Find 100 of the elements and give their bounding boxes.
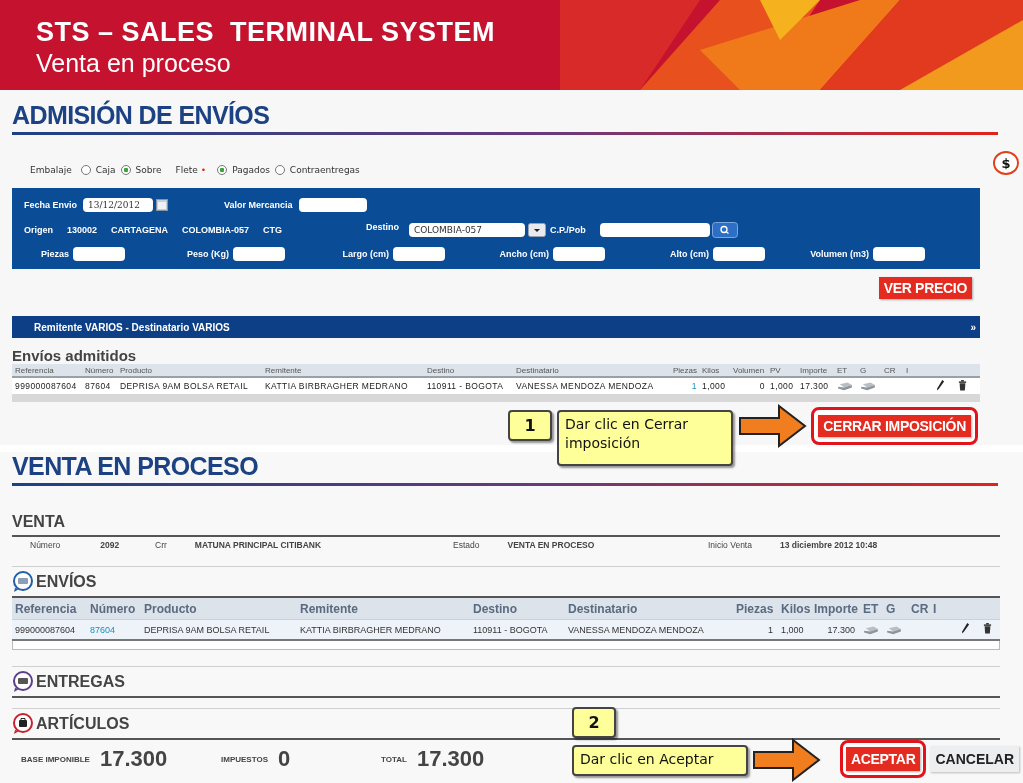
field-label: Valor Mercancia: [224, 200, 293, 210]
column-header: Destino: [427, 365, 456, 375]
party-summary: Remitente VARIOS - Destinatario VARIOS: [34, 321, 230, 333]
price-bubble-icon[interactable]: $: [993, 151, 1019, 175]
field-label: Alto (cm): [670, 249, 709, 259]
column-header: G: [860, 365, 868, 375]
info-label: Número: [30, 540, 61, 550]
info-value: 13 diciembre 2012 10:48: [779, 540, 878, 550]
number-link[interactable]: 1: [673, 381, 702, 391]
column-header: CR: [884, 365, 897, 375]
step-number: 2: [572, 707, 616, 738]
table-cell-text: 110911 - BOGOTA: [427, 381, 505, 391]
expand-toggle[interactable]: »: [970, 321, 976, 333]
total-label: BASE IMPONIBLE: [21, 754, 90, 764]
column-header: Remitente: [265, 365, 303, 375]
instruction-note: Dar clic en Cerrar imposición: [557, 410, 733, 466]
table-cell-text: VANESSA MENDOZA MENDOZA: [516, 381, 655, 391]
field-label: C.P./Pob: [549, 225, 586, 235]
info-value: VENTA EN PROCESO: [507, 540, 595, 550]
field-label: Ancho (cm): [499, 249, 549, 259]
table-cell-text: 999000087604: [15, 381, 78, 391]
column-header: ET: [863, 601, 880, 616]
column-header: Kilos: [702, 365, 721, 375]
column-header: Remitente: [300, 601, 359, 616]
date-field[interactable]: 13/12/2012: [83, 198, 153, 212]
total-value: 17.300: [416, 746, 485, 772]
table-heading: Envíos admitidos: [12, 347, 138, 364]
column-header: G: [886, 601, 897, 616]
field-label: Destino: [365, 222, 399, 232]
origin-value: CARTAGENA: [111, 225, 168, 235]
step-number: 1: [508, 410, 552, 441]
field-label: Piezas: [40, 249, 69, 259]
section-title: ENVÍOS: [36, 573, 97, 591]
section-title: ARTÍCULOS: [36, 715, 130, 733]
dropdown-field[interactable]: COLOMBIA-057: [408, 223, 525, 237]
table-cell-text: KATTIA BIRBRAGHER MEDRANO: [265, 381, 410, 391]
column-header: ET: [837, 365, 849, 375]
table-cell-text: DEPRISA 9AM BOLSA RETAIL: [144, 624, 271, 635]
table-cell-text: 87604: [85, 381, 112, 391]
section-title: VENTA: [12, 513, 67, 531]
field-label: Fecha Envio: [24, 200, 77, 210]
table-cell-text: 17.300: [826, 624, 856, 635]
column-header: Producto: [144, 601, 198, 616]
table-cell-text: VANESSA MENDOZA MENDOZA: [568, 624, 705, 635]
total-label: TOTAL: [381, 754, 407, 764]
table-cell-text: 1,000: [770, 381, 795, 391]
origin-value: COLOMBIA-057: [181, 225, 249, 235]
column-header: Referencia: [15, 365, 55, 375]
info-value: 2092: [100, 540, 120, 550]
table-row[interactable]: 999000087604 87604 DEPRISA 9AM BOLSA RETAIL KATTIA BIRBRAGHER MEDRANO 110911 - BOGOTA VANESSA MENDOZA MENDOZA 1 1,000 0 1,000 17.300: [12, 378, 980, 394]
table-cell-text: 110911 - BOGOTA: [473, 624, 549, 635]
column-header: PV: [770, 365, 782, 375]
table-cell-text: 999000087604: [15, 624, 77, 635]
option-label: Embalaje: [30, 165, 72, 175]
radio-label: Pagados: [232, 165, 270, 175]
column-header: I: [933, 601, 938, 616]
column-header: Destino: [473, 601, 518, 616]
option-label: Flete: [175, 165, 198, 175]
table-cell-text: 17.300: [800, 381, 830, 391]
column-header: CR: [911, 601, 930, 616]
table-cell-text: 1,000: [702, 381, 727, 391]
section-title: ENTREGAS: [36, 673, 125, 691]
origin-value: 130002: [67, 225, 98, 235]
table-cell-text: 1: [767, 624, 774, 635]
column-header: Producto: [120, 365, 154, 375]
origin-value: CTG: [262, 225, 282, 235]
instruction-note: Dar clic en Aceptar: [572, 745, 748, 776]
column-header: Número: [85, 365, 115, 375]
party-bar[interactable]: Remitente VARIOS - Destinatario VARIOS »: [12, 316, 980, 338]
info-value: MATUNA PRINCIPAL CITIBANK: [194, 540, 322, 550]
info-label: Inicio Venta: [708, 540, 752, 550]
column-header: Destinatario: [516, 365, 560, 375]
column-header: Importe: [800, 365, 829, 375]
required-mark: •: [200, 165, 207, 175]
column-header: Kilos: [781, 601, 812, 616]
column-header: Número: [90, 601, 137, 616]
cerrar-imposicion-button[interactable]: CERRAR IMPOSICIÓN: [818, 415, 971, 437]
table-row[interactable]: 999000087604 87604 DEPRISA 9AM BOLSA RETAIL KATTIA BIRBRAGHER MEDRANO 110911 - BOGOTA VANESSA MENDOZA MENDOZA 1 1,000 17.300: [12, 619, 1000, 641]
info-label: Crr: [155, 540, 167, 550]
column-header: Destinatario: [568, 601, 639, 616]
total-value: 0: [278, 746, 291, 772]
total-label: IMPUESTOS: [221, 754, 268, 764]
radio-label: Contraentregas: [289, 165, 360, 175]
table-cell-text: DEPRISA 9AM BOLSA RETAIL: [120, 381, 249, 391]
column-header: Volumen: [733, 365, 766, 375]
action-button[interactable]: ACEPTAR: [845, 747, 921, 771]
section-heading: ADMISIÓN DE ENVÍOS: [12, 99, 271, 129]
ver-precio-button[interactable]: VER PRECIO: [878, 277, 972, 299]
radio-label: Sobre: [135, 165, 162, 175]
field-label: Origen: [24, 225, 53, 235]
table-cell-text: 0: [758, 381, 766, 391]
field-label: Volumen (m3): [810, 249, 869, 259]
column-header: Piezas: [736, 601, 775, 616]
total-value: 17.300: [99, 746, 168, 772]
page-subtitle: Venta en proceso: [36, 48, 232, 78]
field-label: Peso (Kg): [187, 249, 229, 259]
radio-label: Caja: [95, 165, 116, 175]
table-cell-text: 1,000: [781, 624, 805, 635]
app-title: STS – SALES TERMINAL SYSTEM: [36, 16, 497, 48]
action-button[interactable]: CANCELAR: [930, 746, 1019, 772]
